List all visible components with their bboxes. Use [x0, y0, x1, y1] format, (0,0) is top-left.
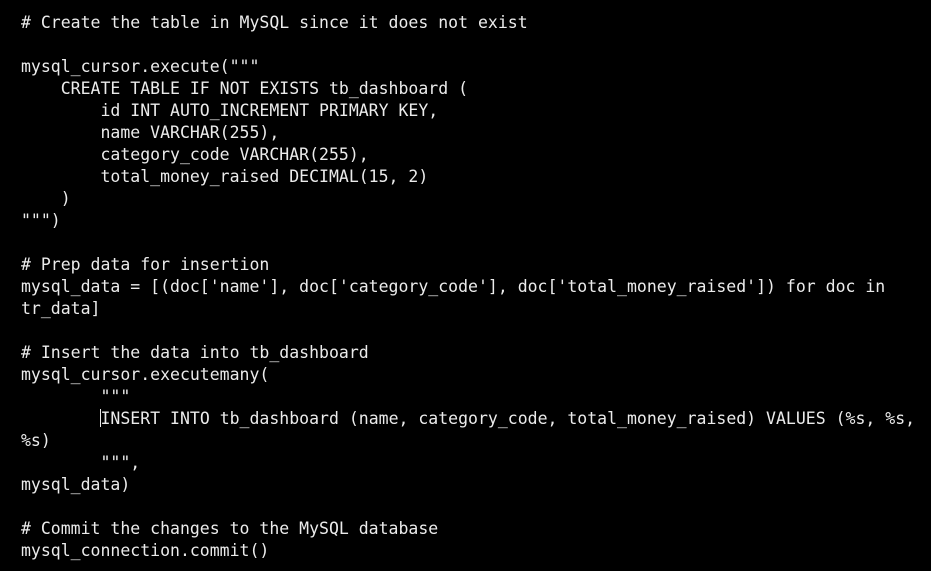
code-block[interactable]: # Create the table in MySQL since it doe… — [21, 12, 931, 562]
code-line-insert-cont: %s) — [21, 431, 51, 450]
code-line-executemany: mysql_cursor.executemany( — [21, 365, 270, 384]
code-line-comment-insert: # Insert the data into tb_dashboard — [21, 343, 369, 362]
code-line-insert-statement: INSERT INTO tb_dashboard (name, category… — [21, 408, 931, 430]
code-line-close-execute: """) — [21, 211, 61, 230]
code-line-name-column: name VARCHAR(255), — [21, 123, 280, 142]
code-line-mysql-data-arg: mysql_data) — [21, 475, 131, 494]
code-line-comment-create: # Create the table in MySQL since it doe… — [21, 13, 528, 32]
code-line-mysql-data-cont: tr_data] — [21, 299, 101, 318]
code-line-money-column: total_money_raised DECIMAL(15, 2) — [21, 167, 429, 186]
code-line-commit: mysql_connection.commit() — [21, 541, 270, 560]
code-editor[interactable]: # Create the table in MySQL since it doe… — [0, 0, 931, 571]
insert-indent — [21, 409, 100, 428]
code-line-triple-quote-open: """ — [21, 387, 131, 406]
code-line-comment-commit: # Commit the changes to the MySQL databa… — [21, 519, 439, 538]
code-line-comment-prep: # Prep data for insertion — [21, 255, 270, 274]
code-line-category-column: category_code VARCHAR(255), — [21, 145, 369, 164]
insert-text: INSERT INTO tb_dashboard (name, category… — [100, 409, 916, 428]
code-line-execute: mysql_cursor.execute(""" — [21, 57, 260, 76]
code-line-triple-quote-close: """, — [21, 453, 141, 472]
code-line-mysql-data: mysql_data = [(doc['name'], doc['categor… — [21, 277, 886, 296]
code-line-close-paren: ) — [21, 189, 71, 208]
code-line-id-column: id INT AUTO_INCREMENT PRIMARY KEY, — [21, 101, 439, 120]
code-line-create-table: CREATE TABLE IF NOT EXISTS tb_dashboard … — [21, 79, 469, 98]
